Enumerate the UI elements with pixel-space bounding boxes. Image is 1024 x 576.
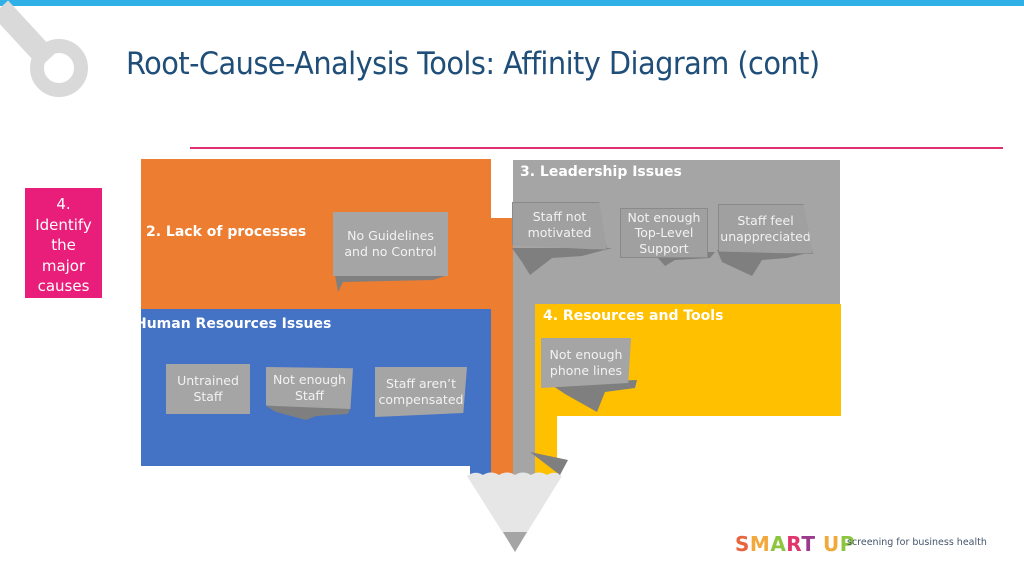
note-line: Support	[639, 240, 689, 256]
brand-tagline: screening for business health	[847, 537, 987, 548]
group-label-processes: 2. Lack of processes	[146, 224, 307, 240]
top-accent-bar	[0, 0, 1024, 6]
brand-letter: U	[822, 532, 840, 556]
note-line: phone lines	[549, 363, 623, 378]
brand-letter: R	[786, 532, 802, 556]
step-badge-line: major	[41, 256, 86, 275]
note-line: and no Control	[344, 244, 437, 259]
note-line: Staff	[294, 388, 325, 403]
sticky-note[interactable]: Staff feel unappreciated	[718, 204, 813, 254]
sticky-note[interactable]: Not enough Top-Level Support	[620, 208, 708, 258]
note-line: Not enough	[549, 347, 623, 362]
sticky-note[interactable]: Untrained Staff	[166, 364, 250, 414]
step-badge-line: causes	[37, 277, 90, 295]
sticky-note[interactable]: Staff aren’t compensated	[375, 367, 467, 417]
sticky-note[interactable]: Not enough phone lines	[541, 338, 631, 388]
group-label-human-resources: Human Resources Issues	[135, 316, 332, 332]
brand-letter: M	[749, 532, 771, 556]
note-line: compensated	[378, 392, 464, 407]
brand-letter: T	[801, 532, 816, 556]
note-line: Not enough	[627, 209, 701, 225]
title-divider	[190, 147, 1003, 149]
note-line: Top-Level	[634, 225, 694, 241]
page-title: Root-Cause-Analysis Tools: Affinity Diag…	[126, 46, 820, 82]
brand-logo: SMART UP	[735, 532, 855, 556]
sticky-note[interactable]: No Guidelines and no Control	[333, 212, 448, 276]
note-line: No Guidelines	[347, 228, 434, 243]
group-label-leadership: 3. Leadership Issues	[520, 164, 682, 180]
note-tail	[717, 250, 812, 276]
brand-letter: S	[735, 532, 750, 556]
brand-letter	[815, 532, 822, 556]
note-line: Staff	[193, 389, 223, 404]
step-badge: 4. Identify the major causes	[25, 188, 102, 298]
sticky-note[interactable]: Staff not motivated	[512, 202, 607, 250]
note-tail	[512, 248, 612, 275]
note-line: motivated	[527, 225, 592, 240]
step-badge-line: 4.	[56, 195, 71, 213]
group-label-resources-tools: 4. Resources and Tools	[543, 308, 724, 324]
note-line: Staff not	[532, 209, 587, 224]
note-line: Untrained	[177, 373, 239, 388]
step-badge-line: Identify	[35, 215, 92, 234]
note-tail	[266, 406, 351, 420]
note-tail-decoration	[530, 452, 568, 475]
note-line: unappreciated	[720, 229, 811, 244]
sticky-note[interactable]: Not enough Staff	[266, 367, 353, 409]
note-line: Staff aren’t	[385, 376, 457, 391]
step-badge-line: the	[51, 236, 76, 254]
pencil-tip-icon	[467, 472, 562, 552]
note-line: Staff feel	[737, 213, 794, 228]
pencil-stripe-orange	[491, 218, 513, 475]
note-line: Not enough	[273, 372, 346, 387]
brand-letter: A	[770, 532, 787, 556]
pin-decoration-icon	[0, 0, 88, 97]
